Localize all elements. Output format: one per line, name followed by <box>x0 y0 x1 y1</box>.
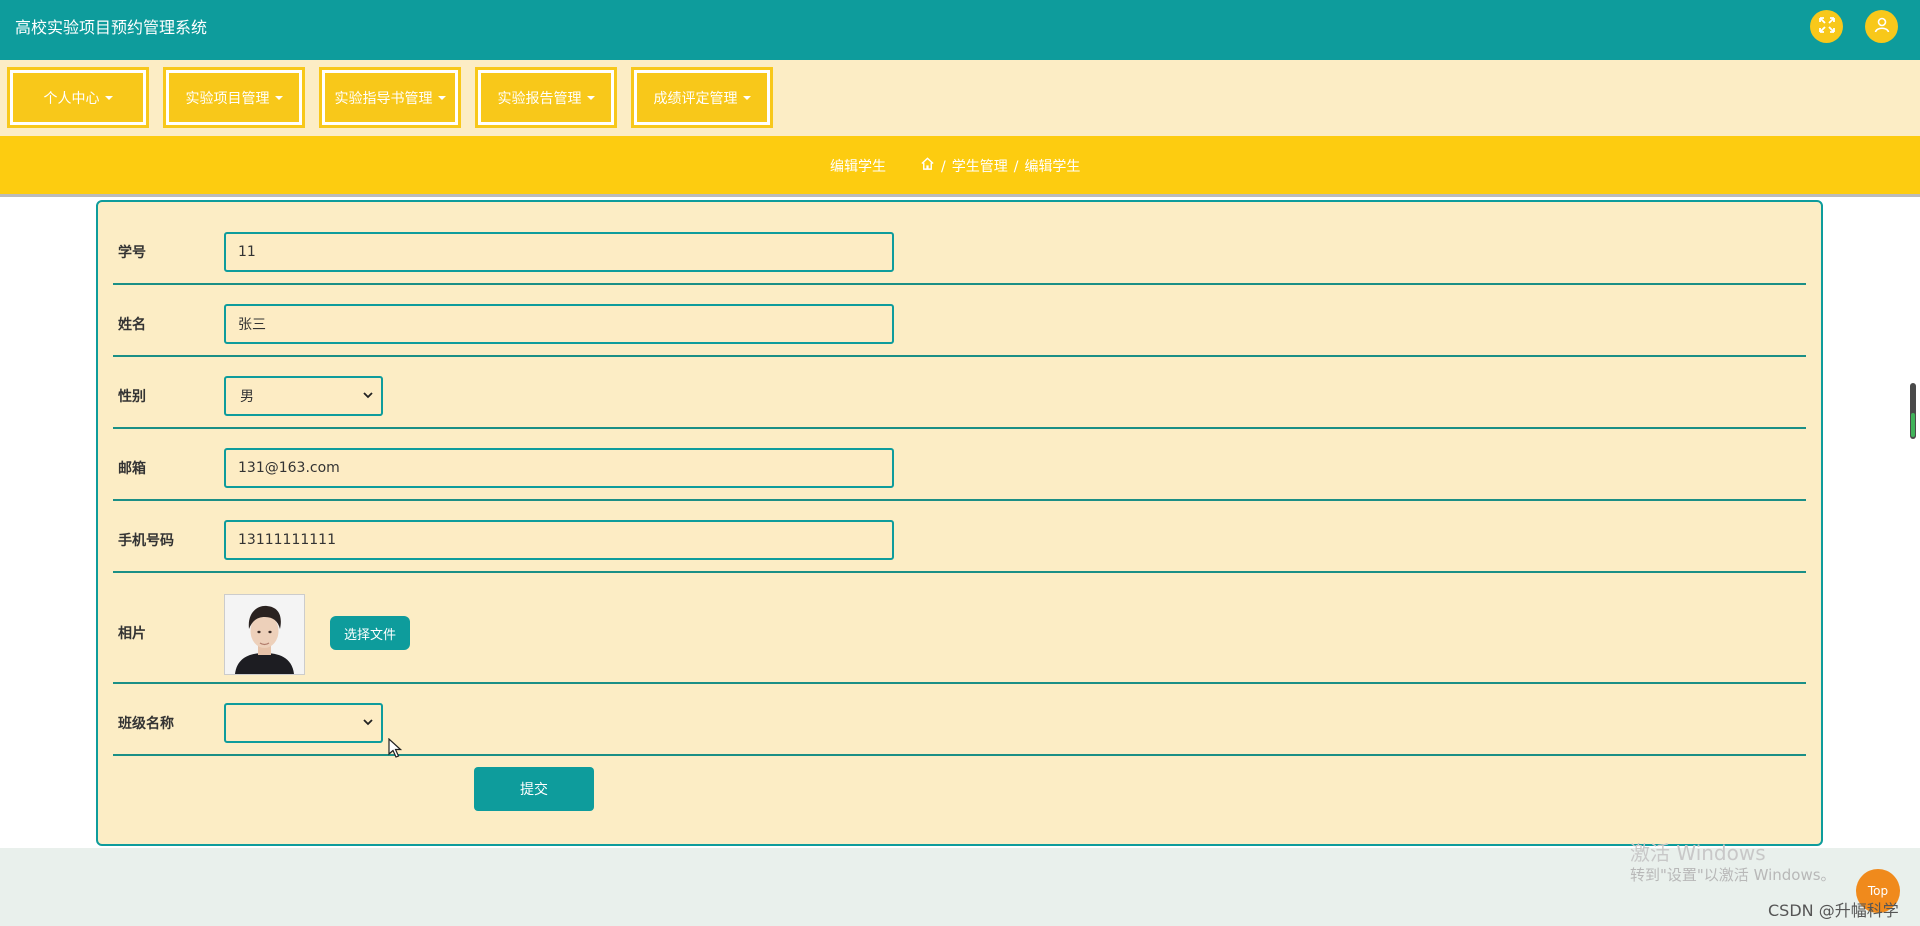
nav-label: 实验报告管理 <box>497 90 582 107</box>
email-label: 邮箱 <box>118 461 146 477</box>
top-header: 高校实验项目预约管理系统 <box>0 0 1920 60</box>
scrollbar-thumb[interactable] <box>1910 383 1916 439</box>
submit-button[interactable]: 提交 <box>474 767 594 811</box>
breadcrumb-separator: / <box>1013 159 1019 175</box>
photo-label: 相片 <box>118 626 146 642</box>
home-icon[interactable] <box>920 136 935 198</box>
class-name-label: 班级名称 <box>118 716 174 732</box>
nav-personal-center[interactable]: 个人中心 <box>10 70 146 125</box>
nav-label: 成绩评定管理 <box>653 90 738 107</box>
form-row-email: 邮箱 <box>113 429 1806 501</box>
student-id-input[interactable] <box>224 232 894 272</box>
form-row-gender: 性别 男 <box>113 357 1806 429</box>
form-row-phone: 手机号码 <box>113 501 1806 573</box>
page-title: 编辑学生 <box>830 159 886 175</box>
chevron-down-icon <box>363 719 373 726</box>
form-row-photo: 相片 选择文件 <box>113 573 1806 684</box>
nav-project-management[interactable]: 实验项目管理 <box>166 70 302 125</box>
name-input[interactable] <box>224 304 894 344</box>
email-input[interactable] <box>224 448 894 488</box>
breadcrumb-bar: 编辑学生 / 学生管理 / 编辑学生 <box>0 136 1920 197</box>
choose-file-button[interactable]: 选择文件 <box>330 616 410 650</box>
name-label: 姓名 <box>118 317 146 333</box>
caret-down-icon <box>742 95 751 100</box>
user-button[interactable] <box>1865 10 1898 43</box>
student-id-label: 学号 <box>118 245 146 261</box>
app-title: 高校实验项目预约管理系统 <box>15 18 208 37</box>
breadcrumb: / 学生管理 / 编辑学生 <box>920 136 1080 198</box>
nav-report-management[interactable]: 实验报告管理 <box>478 70 614 125</box>
form-row-name: 姓名 <box>113 285 1806 357</box>
gender-label: 性别 <box>118 389 146 405</box>
nav-label: 实验指导书管理 <box>334 90 433 107</box>
breadcrumb-item-student-management[interactable]: 学生管理 <box>952 136 1008 198</box>
form-row-class-name: 班级名称 <box>113 684 1806 756</box>
chevron-down-icon <box>363 392 373 399</box>
caret-down-icon <box>274 95 283 100</box>
fullscreen-icon <box>1818 16 1836 38</box>
phone-label: 手机号码 <box>118 533 174 549</box>
caret-down-icon <box>104 95 113 100</box>
nav-label: 个人中心 <box>43 90 100 107</box>
nav-guide-management[interactable]: 实验指导书管理 <box>322 70 458 125</box>
breadcrumb-separator: / <box>941 159 946 175</box>
student-photo <box>224 594 305 675</box>
windows-activation-watermark-text: 转到"设置"以激活 Windows。 <box>1630 866 1836 884</box>
gender-select[interactable]: 男 <box>224 376 383 416</box>
nav-grade-management[interactable]: 成绩评定管理 <box>634 70 770 125</box>
nav-label: 实验项目管理 <box>185 90 270 107</box>
csdn-watermark: CSDN @升幅科学 <box>1768 901 1899 920</box>
class-name-select[interactable] <box>224 703 383 743</box>
windows-activation-watermark-title: 激活 Windows <box>1630 841 1766 865</box>
edit-student-form: 学号 姓名 性别 男 邮箱 手机号码 相片 <box>96 200 1823 846</box>
gender-selected-value: 男 <box>240 389 254 405</box>
phone-input[interactable] <box>224 520 894 560</box>
caret-down-icon <box>437 95 446 100</box>
user-icon <box>1873 16 1891 38</box>
mouse-cursor-icon <box>388 738 402 758</box>
breadcrumb-item-edit-student: 编辑学生 <box>1024 159 1081 175</box>
form-row-student-id: 学号 <box>113 202 1806 285</box>
caret-down-icon <box>586 95 595 100</box>
fullscreen-button[interactable] <box>1810 10 1843 43</box>
